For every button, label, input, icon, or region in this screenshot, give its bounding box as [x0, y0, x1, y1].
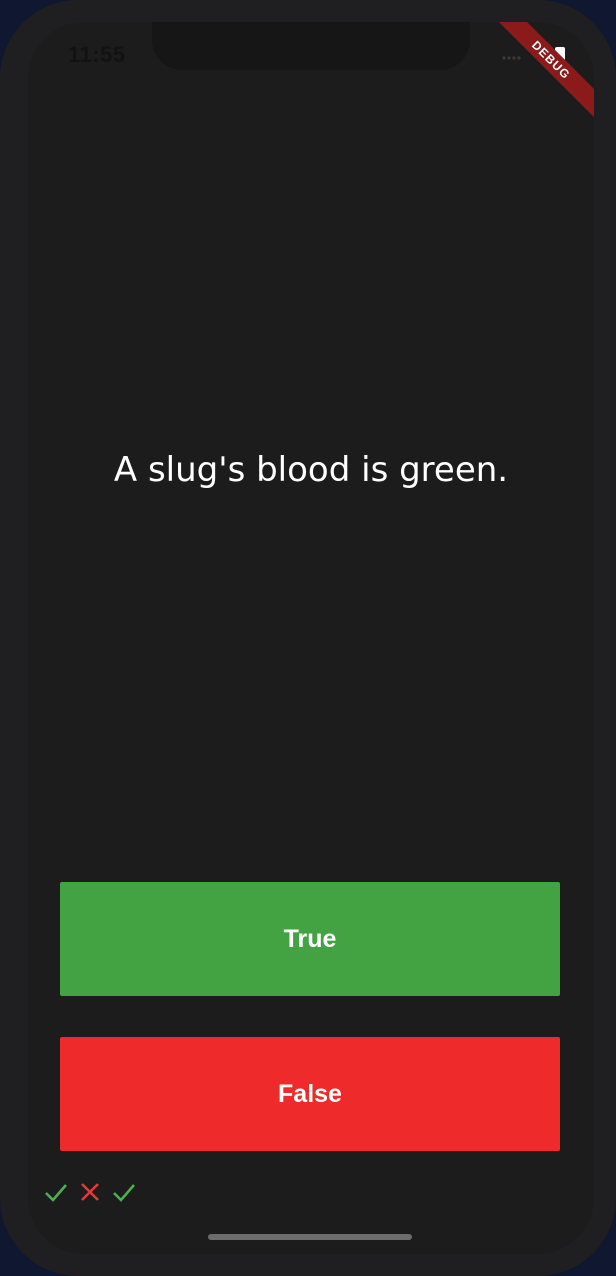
- question-text: A slug's blood is green.: [113, 450, 509, 490]
- signal-icon: [502, 48, 522, 66]
- check-icon: [42, 1178, 70, 1206]
- phone-frame: 11:55 DEBUG A slug's blood is green. Tru…: [0, 0, 616, 1276]
- home-indicator[interactable]: [208, 1234, 412, 1240]
- false-button[interactable]: False: [60, 1037, 560, 1151]
- notch: [152, 22, 470, 70]
- check-icon: [110, 1178, 138, 1206]
- app-screen: 11:55 DEBUG A slug's blood is green. Tru…: [28, 22, 594, 1254]
- true-button[interactable]: True: [60, 882, 560, 996]
- score-keeper: [42, 1178, 138, 1206]
- debug-banner: DEBUG: [483, 22, 594, 128]
- status-time: 11:55: [68, 42, 126, 67]
- close-icon: [76, 1178, 104, 1206]
- device-background: 11:55 DEBUG A slug's blood is green. Tru…: [0, 0, 616, 1276]
